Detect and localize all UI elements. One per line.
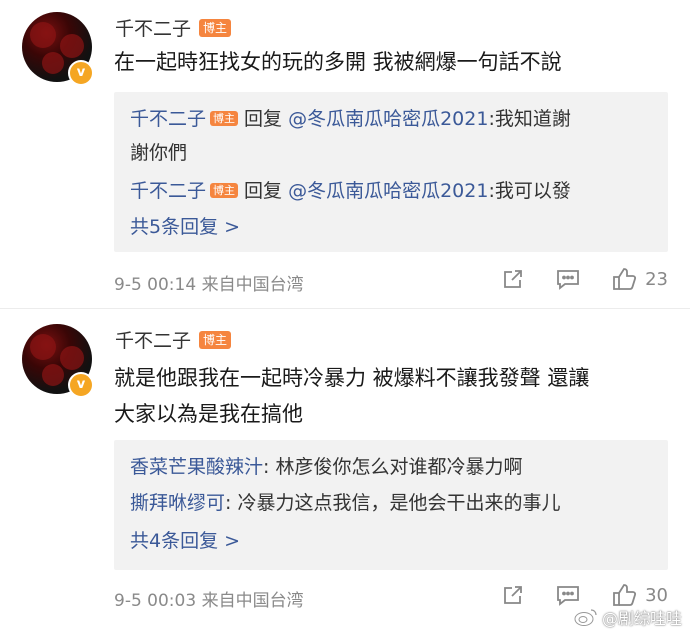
share-button[interactable] <box>501 267 525 291</box>
like-count: 30 <box>645 584 668 606</box>
more-replies-link[interactable]: 共5条回复 > <box>130 212 240 239</box>
comment-time: 9-5 00:14 <box>114 275 197 295</box>
username[interactable]: 千不二子 <box>115 14 191 41</box>
reply-author[interactable]: 撕拜咻缪可 <box>130 492 225 514</box>
verified-badge-icon: v <box>68 372 94 398</box>
comment-1: v 千不二子 博主 在一起時狂找女的玩的多開 我被網爆一句話不說 千不二子 博主回… <box>0 0 690 310</box>
reply-author[interactable]: 千不二子 <box>130 180 206 202</box>
reply-item[interactable]: 撕拜咻缪可: 冷暴力这点我信，是他会干出来的事儿 <box>130 488 560 515</box>
watermark: @剧综哇哇 <box>574 605 682 629</box>
reply-author[interactable]: 千不二子 <box>130 108 206 130</box>
comment-text-continued: 大家以為是我在搞他 <box>114 402 303 426</box>
comment-button[interactable] <box>555 583 581 607</box>
reply-box: 千不二子 博主 回复 @冬瓜南瓜哈密瓜2021:我知道謝 謝你們 千不二子 博主 回复 … <box>114 92 668 252</box>
reply-author[interactable]: 香菜芒果酸辣汁 <box>130 456 263 478</box>
weibo-logo <box>574 609 597 626</box>
reply-box: 香菜芒果酸辣汁: 林彦俊你怎么对谁都冷暴力啊 撕拜咻缪可: 冷暴力这点我信，是他… <box>114 440 668 570</box>
reply-action: 回复 <box>244 108 283 130</box>
username[interactable]: 千不二子 <box>115 326 191 353</box>
comment-text: 就是他跟我在一起時冷暴力 被爆料不讓我發聲 還讓 <box>114 366 590 390</box>
comment-text: 在一起時狂找女的玩的多開 我被網爆一句話不說 <box>114 50 562 74</box>
share-icon <box>504 270 522 288</box>
comment-2: v 千不二子 博主 就是他跟我在一起時冷暴力 被爆料不讓我發聲 還讓 大家以為是… <box>0 310 690 637</box>
reply-item[interactable]: 香菜芒果酸辣汁: 林彦俊你怎么对谁都冷暴力啊 <box>130 452 522 479</box>
like-count: 23 <box>645 268 668 290</box>
more-replies-link[interactable]: 共4条回复 > <box>130 526 240 553</box>
divider <box>0 308 690 309</box>
reply-action: 回复 <box>244 180 283 202</box>
blogger-tag: 博主 <box>199 330 232 349</box>
comment-time: 9-5 00:03 <box>114 591 197 611</box>
watermark-text: @剧综哇哇 <box>601 609 682 628</box>
comment-source: 来自中国台湾 <box>201 591 304 611</box>
mention-link[interactable]: @冬瓜南瓜哈密瓜2021 <box>288 108 488 130</box>
reply-item[interactable]: 千不二子 博主 回复 @冬瓜南瓜哈密瓜2021:我可以發 <box>130 176 571 203</box>
comment-icon <box>557 586 579 606</box>
reply-text-continued: 謝你們 <box>130 142 188 164</box>
reply-text: : 林彦俊你怎么对谁都冷暴力啊 <box>263 456 523 478</box>
reply-text: :我知道謝 <box>488 108 571 130</box>
blogger-tag: 博主 <box>210 183 239 198</box>
like-button[interactable]: 23 <box>611 266 668 292</box>
comment-icon <box>557 270 579 290</box>
comment-source: 来自中国台湾 <box>201 275 304 295</box>
share-button[interactable] <box>501 583 525 607</box>
share-icon <box>504 586 522 604</box>
blogger-tag: 博主 <box>210 111 239 126</box>
comment-button[interactable] <box>555 267 581 291</box>
reply-text: :我可以發 <box>488 180 571 202</box>
like-icon <box>613 268 637 290</box>
reply-item[interactable]: 千不二子 博主 回复 @冬瓜南瓜哈密瓜2021:我知道謝 <box>130 104 571 131</box>
blogger-tag: 博主 <box>199 18 232 37</box>
verified-badge-icon: v <box>68 60 94 86</box>
mention-link[interactable]: @冬瓜南瓜哈密瓜2021 <box>288 180 488 202</box>
reply-text: : 冷暴力这点我信，是他会干出来的事儿 <box>225 492 561 514</box>
